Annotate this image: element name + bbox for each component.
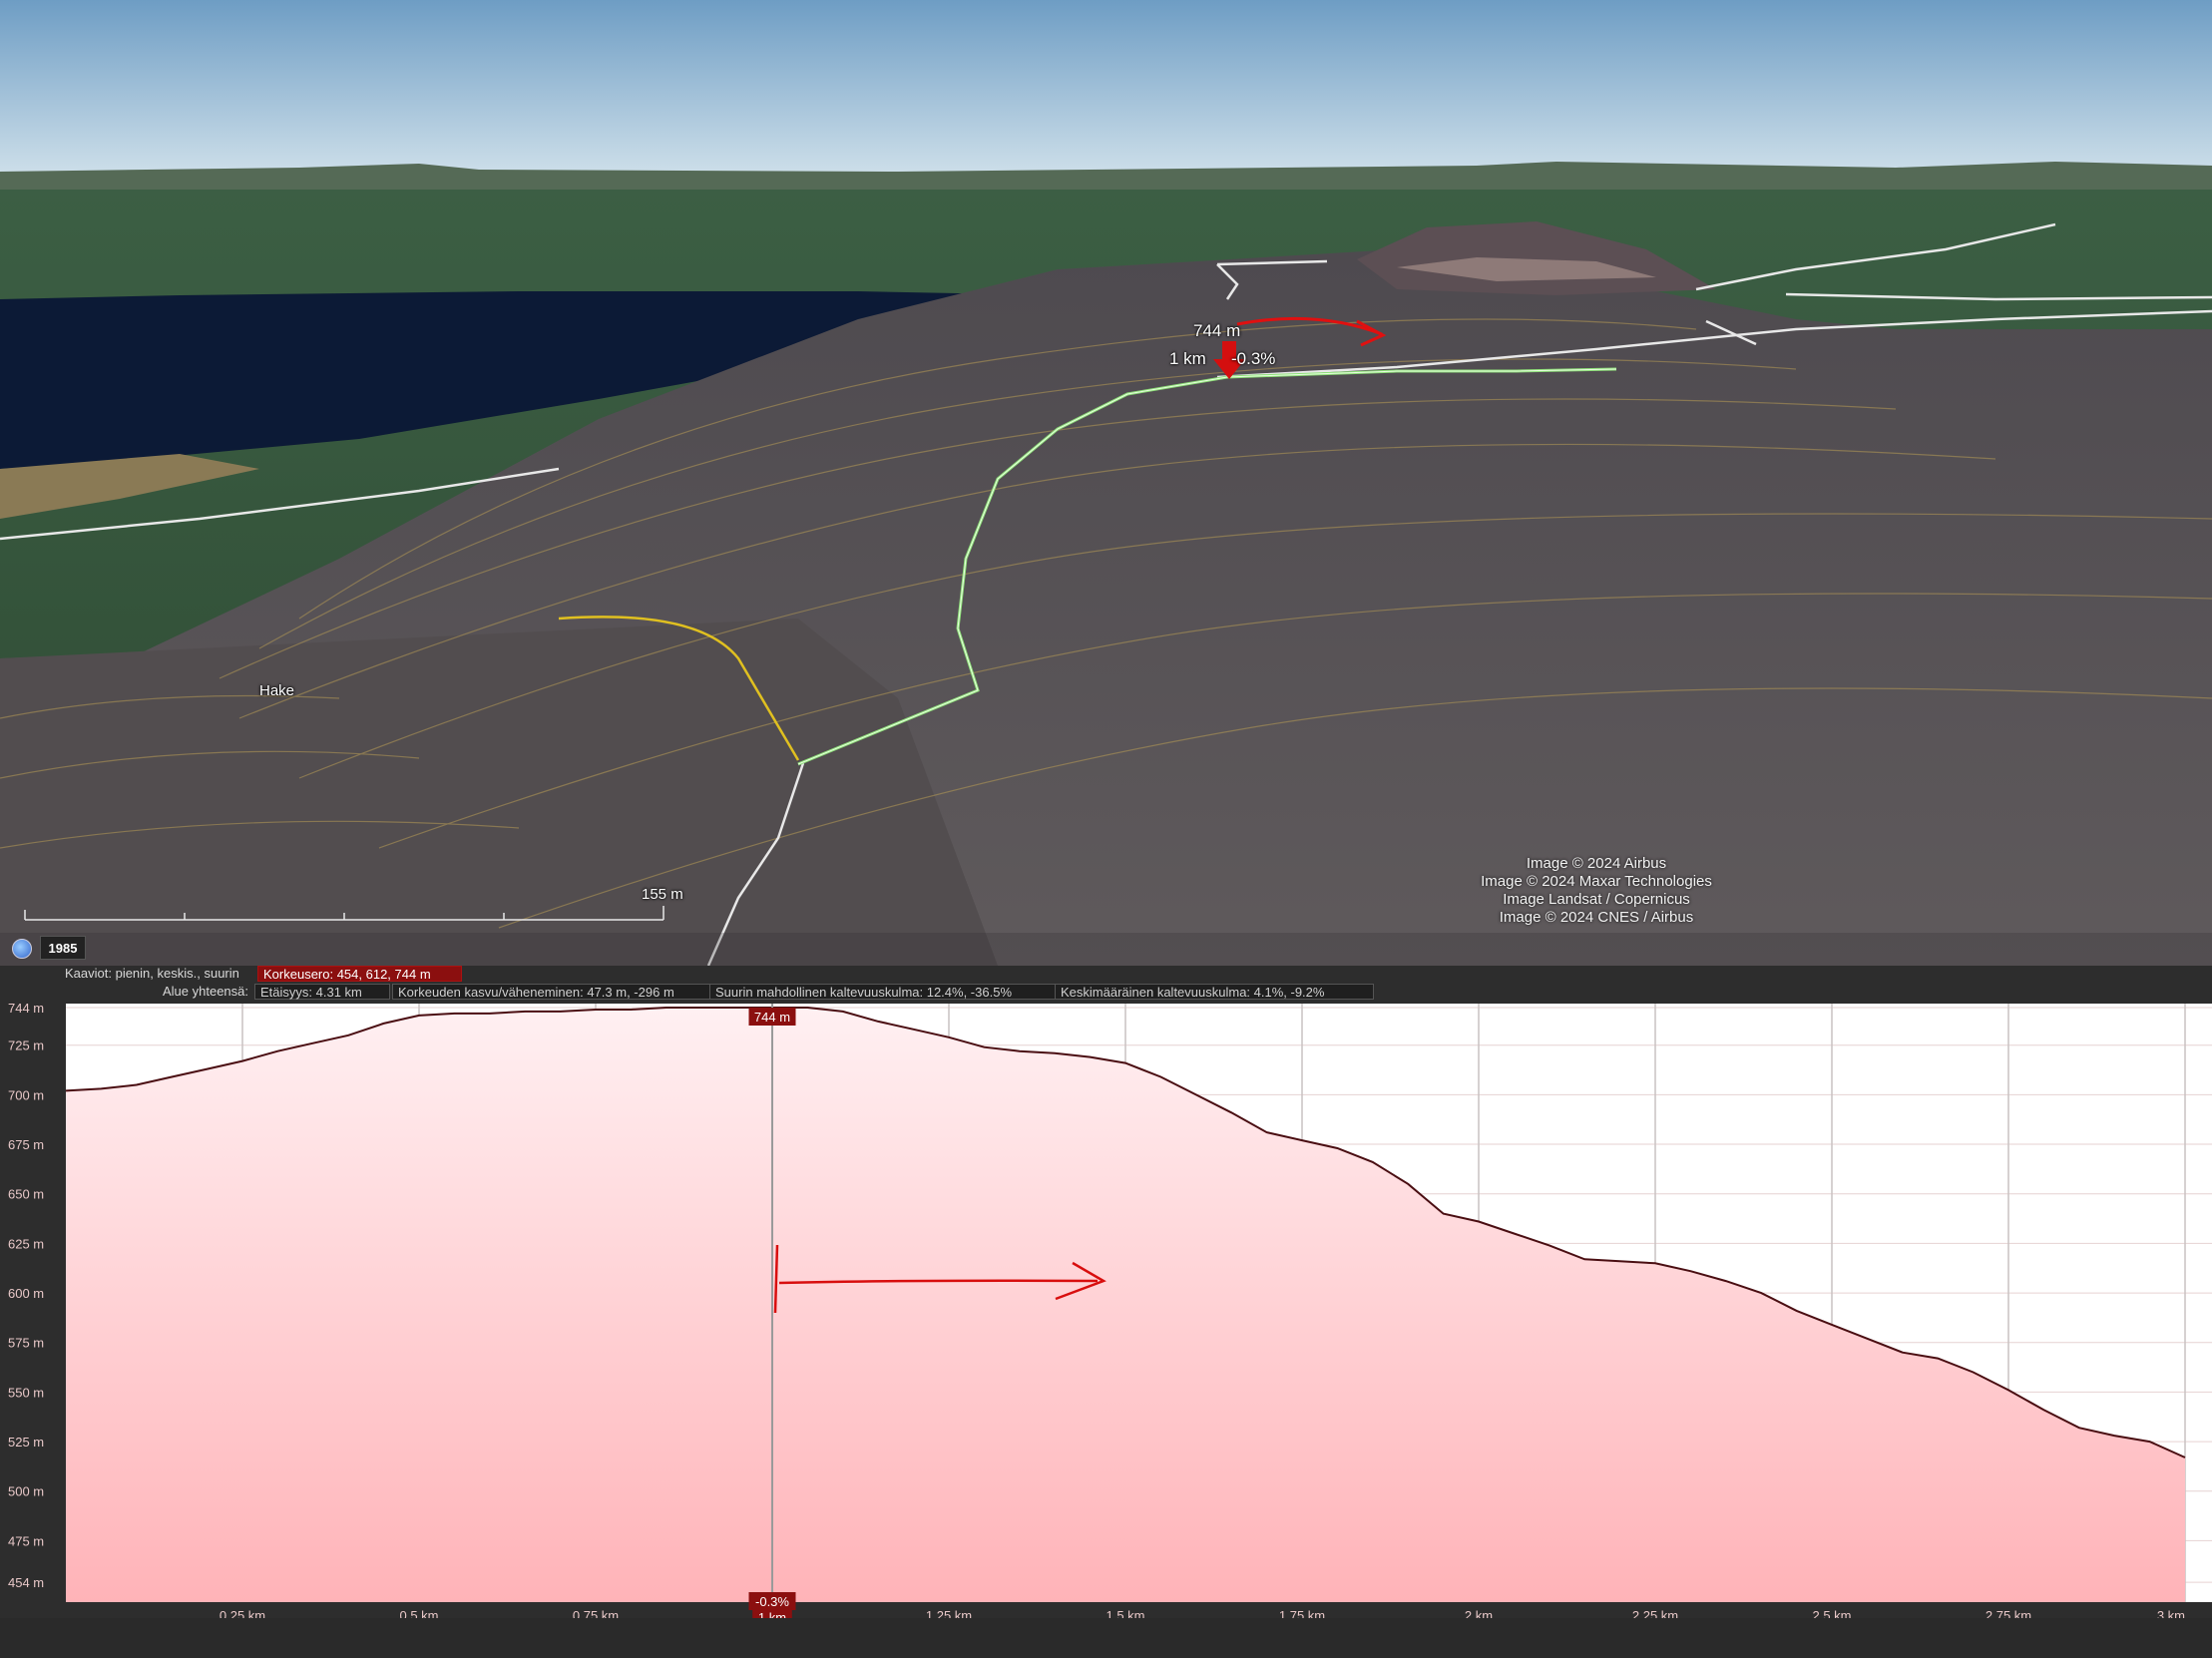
terrain-3d-view[interactable]: 744 m 1 km -0.3% Hake 155 m Image © 2024…	[0, 0, 2212, 966]
y-tick-label: 625 m	[8, 1236, 44, 1251]
x-tick-label: 2.25 km	[1632, 1608, 1678, 1618]
x-tick-label: 0.25 km	[220, 1608, 265, 1618]
x-tick-label: 1.25 km	[926, 1608, 972, 1618]
y-tick-label: 550 m	[8, 1385, 44, 1400]
x-tick-label: 3 km	[2157, 1608, 2185, 1618]
profile-stats-bar: Kaaviot: pienin, keskis., suurin Korkeus…	[0, 966, 2212, 1002]
y-axis-ticks: 744 m 725 m 700 m 675 m 650 m 625 m 600 m 575 m…	[8, 1002, 44, 1590]
sky	[0, 0, 2212, 178]
elevation-profile-chart[interactable]: 744 m 725 m 700 m 675 m 650 m 625 m 600 m 575 m…	[0, 1002, 2212, 1618]
elevation-diff-stat[interactable]: Korkeusero: 454, 612, 744 m	[257, 966, 462, 982]
x-tick-label: 1.5 km	[1106, 1608, 1144, 1618]
y-tick-label: 454 m	[8, 1575, 44, 1590]
map-footer-shade	[0, 933, 2212, 966]
credit-line: Image © 2024 Airbus	[1526, 855, 1667, 872]
y-tick-label: 725 m	[8, 1038, 44, 1053]
max-slope-stat: Suurin mahdollinen kaltevuuskulma: 12.4%…	[709, 984, 1057, 1000]
credit-line: Image © 2024 CNES / Airbus	[1499, 909, 1694, 926]
foreground-slope	[0, 619, 998, 966]
x-tick-label: 0.75 km	[573, 1608, 619, 1618]
gain-loss-stat: Korkeuden kasvu/väheneminen: 47.3 m, -29…	[392, 984, 711, 1000]
y-tick-label: 575 m	[8, 1336, 44, 1351]
y-tick-label: 650 m	[8, 1187, 44, 1202]
x-axis-ticks: 0.25 km 0.5 km 0.75 km 1.25 km 1.5 km 1.75 km…	[220, 1608, 2185, 1618]
credit-line: Image © 2024 Maxar Technologies	[1481, 873, 1712, 890]
marker-grade-label: -0.3%	[1231, 349, 1276, 368]
marker-elevation-label: 744 m	[1193, 321, 1241, 340]
x-tick-label: 0.5 km	[399, 1608, 438, 1618]
cursor-grade-label: -0.3%	[755, 1594, 789, 1609]
historical-imagery-year[interactable]: 1985	[40, 936, 86, 960]
imagery-credits: Image © 2024 Airbus Image © 2024 Maxar T…	[1437, 855, 1756, 927]
x-tick-label: 2.5 km	[1812, 1608, 1851, 1618]
credit-line: Image Landsat / Copernicus	[1503, 891, 1690, 908]
total-label: Alue yhteensä:	[163, 984, 249, 999]
y-tick-label: 525 m	[8, 1435, 44, 1450]
y-tick-label: 475 m	[8, 1533, 44, 1548]
terrain-scene[interactable]	[0, 0, 2212, 966]
y-tick-label: 744 m	[8, 1002, 44, 1016]
marker-distance-label: 1 km	[1169, 349, 1206, 368]
y-tick-label: 600 m	[8, 1286, 44, 1301]
bottom-bar	[0, 1618, 2212, 1658]
elevation-profile-panel[interactable]: 744 m 725 m 700 m 675 m 650 m 625 m 600 m 575 m…	[0, 1002, 2212, 1618]
place-label-hake: Hake	[259, 682, 295, 699]
cursor-elevation-label: 744 m	[754, 1010, 790, 1025]
y-tick-label: 500 m	[8, 1484, 44, 1499]
globe-icon[interactable]	[12, 939, 32, 959]
graphs-label: Kaaviot: pienin, keskis., suurin	[65, 966, 239, 981]
avg-slope-stat: Keskimääräinen kaltevuuskulma: 4.1%, -9.…	[1055, 984, 1374, 1000]
x-tick-label: 2 km	[1465, 1608, 1493, 1618]
distance-stat: Etäisyys: 4.31 km	[254, 984, 390, 1000]
y-tick-label: 675 m	[8, 1137, 44, 1152]
cursor-distance-label: 1 km	[758, 1610, 786, 1618]
x-tick-label: 2.75 km	[1986, 1608, 2031, 1618]
x-tick-label: 1.75 km	[1279, 1608, 1325, 1618]
y-tick-label: 700 m	[8, 1087, 44, 1102]
scale-label: 155 m	[642, 886, 683, 903]
